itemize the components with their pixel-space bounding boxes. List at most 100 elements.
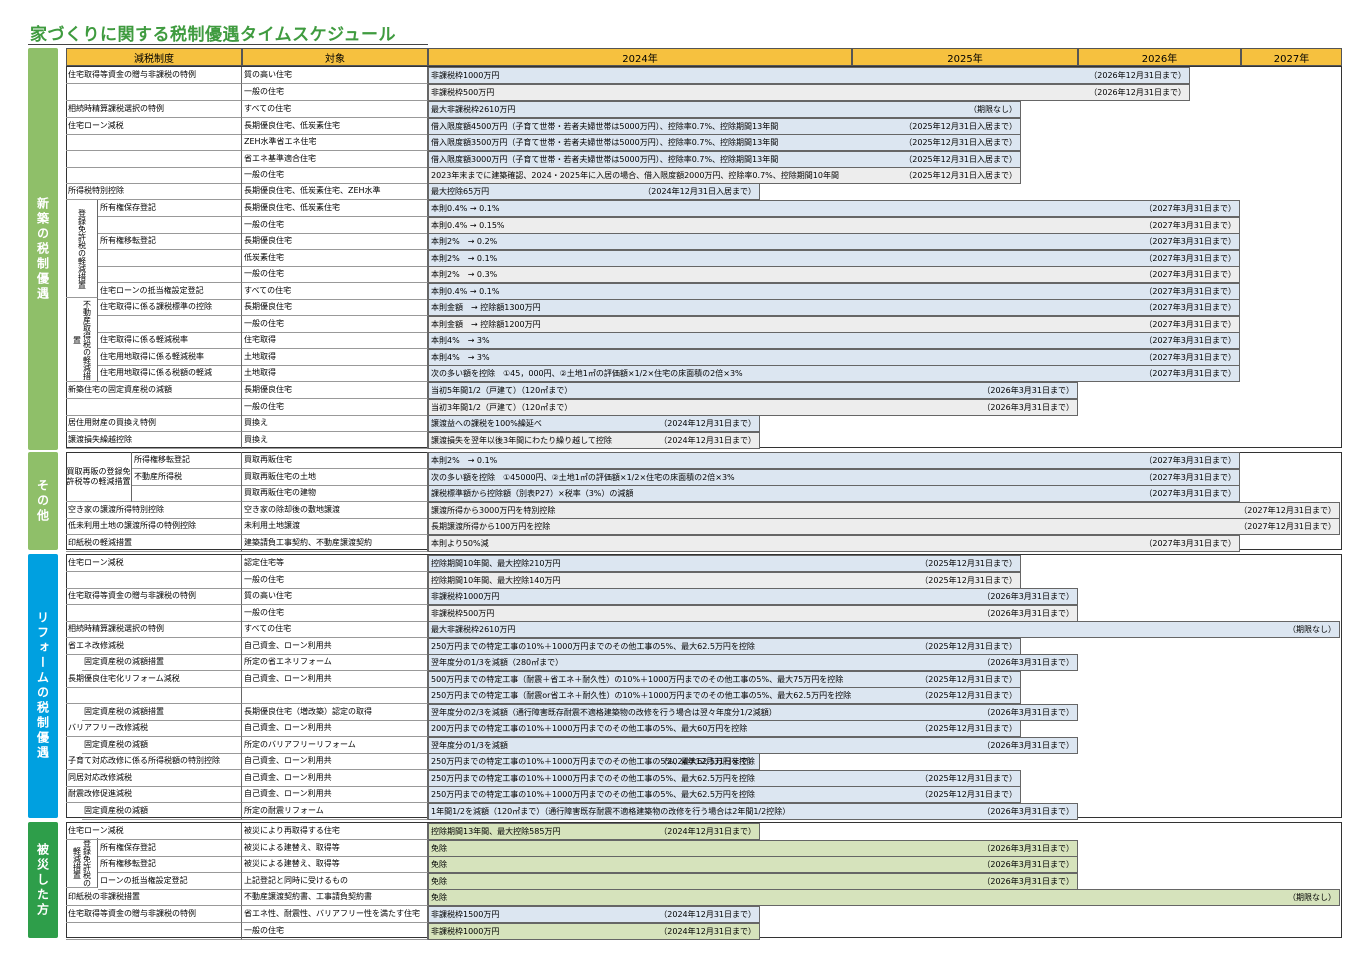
timeline-bar: 免除 （2026年3月31日まで） [428, 856, 1078, 873]
timeline-bar: 250万円までの特定工事（耐震or省エネ＋耐久性）の10%＋1000万円までのそ… [428, 687, 1021, 704]
header-2024: 2024年 [428, 48, 852, 66]
bar-description: 次の多い額を控除 ①45000円、②土地1㎡の評価額×1/2×住宅の床面積の2倍… [431, 473, 735, 482]
bar-description: 課税標準額から控除額（別表P27）×税率（3%）の減額 [431, 489, 634, 498]
bar-description: 最大非課税枠2610万円 [431, 105, 516, 114]
timeline-bar: 非課税枠1500万円 （2024年12月31日まで） [428, 906, 760, 923]
bar-deadline: （2026年3月31日まで） [982, 386, 1074, 395]
row-target: 被災による建替え、取得等 [242, 856, 428, 873]
row-category [98, 266, 242, 283]
row-target [242, 687, 428, 704]
row-target: 長期優良住宅、低炭素住宅、ZEH水準 [242, 183, 428, 200]
bar-deadline: （2026年3月31日まで） [982, 658, 1074, 667]
bar-deadline: （2026年3月31日まで） [982, 592, 1074, 601]
bar-description: 当初5年間1/2（戸建て）（120㎡まで） [431, 386, 573, 395]
bar-deadline: （2026年3月31日まで） [982, 403, 1074, 412]
bar-description: 250万円までの特定工事の10%＋1000万円までのその他工事の5%、最大62.… [431, 790, 755, 799]
row-target: 低炭素住宅 [242, 250, 428, 267]
row-category: 長期優良住宅化リフォーム減税 [66, 671, 242, 688]
timeline-bar: 最大控除65万円 （2024年12月31日入居まで） [428, 183, 760, 200]
bar-description: 非課税枠1500万円 [431, 910, 500, 919]
row-category: 不動産所得税 [132, 469, 242, 486]
bar-deadline: （2024年12月31日まで） [659, 927, 756, 936]
row-target: 省エネ基準適合住宅 [242, 151, 428, 168]
bar-description: 1年間1/2を減額（120㎡まで）（通行障害既存耐震不適格建築物の改修を行う場合… [431, 807, 791, 816]
side-label-disaster: 被災した方 [28, 822, 58, 938]
bar-deadline: （2027年3月31日まで） [1144, 270, 1236, 279]
bar-deadline: （2027年3月31日まで） [1144, 353, 1236, 362]
timeline-bar: 250万円までの特定工事の10%＋1000万円までのその他工事の5%、最大62.… [428, 770, 1021, 787]
bar-deadline: （期限なし） [969, 105, 1017, 114]
timeline-bar: 控除期間13年間、最大控除585万円 （2024年12月31日まで） [428, 823, 760, 840]
timeline-bar: 借入限度額4500万円（子育て世帯・若者夫婦世帯は5000万円）、控除率0.7%… [428, 118, 1021, 135]
bar-description: 次の多い額を控除 ①45，000円、②土地1㎡の評価額×1/2×住宅の床面積の2… [431, 369, 743, 378]
bar-description: 本則2% → 0.1% [431, 254, 498, 263]
bar-deadline: （2026年3月31日まで） [982, 609, 1074, 618]
row-category: 住宅用地取得に係る軽減税率 [98, 349, 242, 366]
page-title: 家づくりに関する税制優遇タイムスケジュール [30, 25, 396, 45]
row-category: 同居対応改修減税 [66, 770, 242, 787]
bar-description: 200万円までの特定工事の10%＋1000万円までのその他工事の5%、最大60万… [431, 724, 748, 733]
timeline-bar: 譲渡益への課税を100%繰延べ （2024年12月31日まで） [428, 415, 760, 432]
bar-deadline: （2027年3月31日まで） [1144, 237, 1236, 246]
row-category: 相続時精算課税選択の特例 [66, 621, 242, 638]
bar-deadline: （2027年3月31日まで） [1144, 369, 1236, 378]
bar-description: 免除 [431, 893, 447, 902]
timeline-bar: 本則金額 → 控除額1200万円 （2027年3月31日まで） [428, 316, 1240, 333]
row-category: 印紙税の非課税措置 [66, 889, 242, 906]
row-target: 買取再販住宅の土地 [242, 469, 428, 486]
timeline-bar: 本則4% → 3% （2027年3月31日まで） [428, 349, 1240, 366]
row-category: 固定資産税の減額措置 [82, 704, 242, 721]
row-target: ZEH水準省エネ住宅 [242, 134, 428, 151]
bar-description: 翌年度分の1/3を減額（280㎡まで） [431, 658, 564, 667]
timeline-bar: 課税標準額から控除額（別表P27）×税率（3%）の減額 （2027年3月31日まで… [428, 485, 1240, 502]
bar-description: 借入限度額3000万円（子育て世帯・若者夫婦世帯は5000万円）、控除率0.7%… [431, 155, 779, 164]
timeline-bar: 非課税枠1000万円 （2026年3月31日まで） [428, 588, 1078, 605]
bar-description: 借入限度額4500万円（子育て世帯・若者夫婦世帯は5000万円）、控除率0.7%… [431, 122, 779, 131]
row-target: 所定のバリアフリーリフォーム [242, 737, 428, 754]
bar-deadline: （2027年3月31日まで） [1144, 539, 1236, 548]
timeline-bar: 譲渡損失を翌年以後3年間にわたり繰り越して控除 （2024年12月31日まで） [428, 432, 760, 449]
bar-description: 本則0.4% → 0.15% [431, 221, 505, 230]
timeline-bar: 借入限度額3000万円（子育て世帯・若者夫婦世帯は5000万円）、控除率0.7%… [428, 151, 1021, 168]
timeline-bar: 翌年度分の1/3を減額（280㎡まで） （2026年3月31日まで） [428, 654, 1078, 671]
row-target: 不動産譲渡契約書、工事請負契約書 [242, 889, 428, 906]
bar-deadline: （期限なし） [1288, 625, 1336, 634]
timeline-bar: 200万円までの特定工事の10%＋1000万円までのその他工事の5%、最大60万… [428, 720, 1021, 737]
row-target: 買換え [242, 432, 428, 449]
row-target: 土地取得 [242, 365, 428, 382]
row-target: 自己資金、ローン利用共 [242, 786, 428, 803]
row-category: 住宅取得等資金の贈与非課税の特例 [66, 588, 242, 605]
bar-description: 控除期間13年間、最大控除585万円 [431, 827, 561, 836]
bar-deadline: （2027年3月31日まで） [1144, 221, 1236, 230]
timeline-bar: 500万円までの特定工事（耐震＋省エネ＋耐久性）の10%＋1000万円までのその… [428, 671, 1021, 688]
bar-description: 当初3年間1/2（戸建て）（120㎡まで） [431, 403, 573, 412]
timeline-bar: 非課税枠500万円 （2026年12月31日まで） [428, 84, 1190, 101]
row-target: 長期優良住宅、低炭素住宅 [242, 118, 428, 135]
bar-deadline: （2027年3月31日まで） [1144, 320, 1236, 329]
bar-deadline: （2027年12月31日まで） [1239, 506, 1336, 515]
row-category: 住宅取得等資金の贈与非課税の特例 [66, 67, 242, 84]
row-category: 低未利用土地の譲渡所得の特例控除 [66, 518, 242, 535]
timeline-bar: 本則0.4% → 0.15% （2027年3月31日まで） [428, 217, 1240, 234]
timeline-bar: 本則0.4% → 0.1% （2027年3月31日まで） [428, 283, 1240, 300]
row-category [66, 151, 242, 168]
bar-deadline: （2026年3月31日まで） [982, 844, 1074, 853]
row-target: 長期優良住宅（増改築）認定の取得 [242, 704, 428, 721]
row-category: バリアフリー改修減税 [66, 720, 242, 737]
bar-description: 非課税枠500万円 [431, 609, 495, 618]
row-category [98, 217, 242, 234]
timeline-bar: 控除期間10年間、最大控除140万円 （2025年12月31日まで） [428, 572, 1021, 589]
bar-description: 最大控除65万円 [431, 187, 490, 196]
bar-deadline: （2026年3月31日まで） [982, 708, 1074, 717]
row-category [66, 572, 242, 589]
bar-deadline: （2024年12月31日まで） [659, 757, 756, 766]
bar-deadline: （2026年12月31日まで） [1089, 71, 1186, 80]
bar-deadline: （2025年12月31日入居まで） [904, 138, 1017, 147]
bar-description: 本則0.4% → 0.1% [431, 204, 500, 213]
row-category: 空き家の譲渡所得特別控除 [66, 502, 242, 519]
timeline-bar: 次の多い額を控除 ①45，000円、②土地1㎡の評価額×1/2×住宅の床面積の2… [428, 365, 1240, 382]
bar-description: 譲渡益への課税を100%繰延べ [431, 419, 542, 428]
bar-description: 250万円までの特定工事の10%＋1000万円までのその他工事の5%、最大62.… [431, 774, 755, 783]
timeline-bar: 本則4% → 3% （2027年3月31日まで） [428, 332, 1240, 349]
bar-description: 免除 [431, 844, 447, 853]
